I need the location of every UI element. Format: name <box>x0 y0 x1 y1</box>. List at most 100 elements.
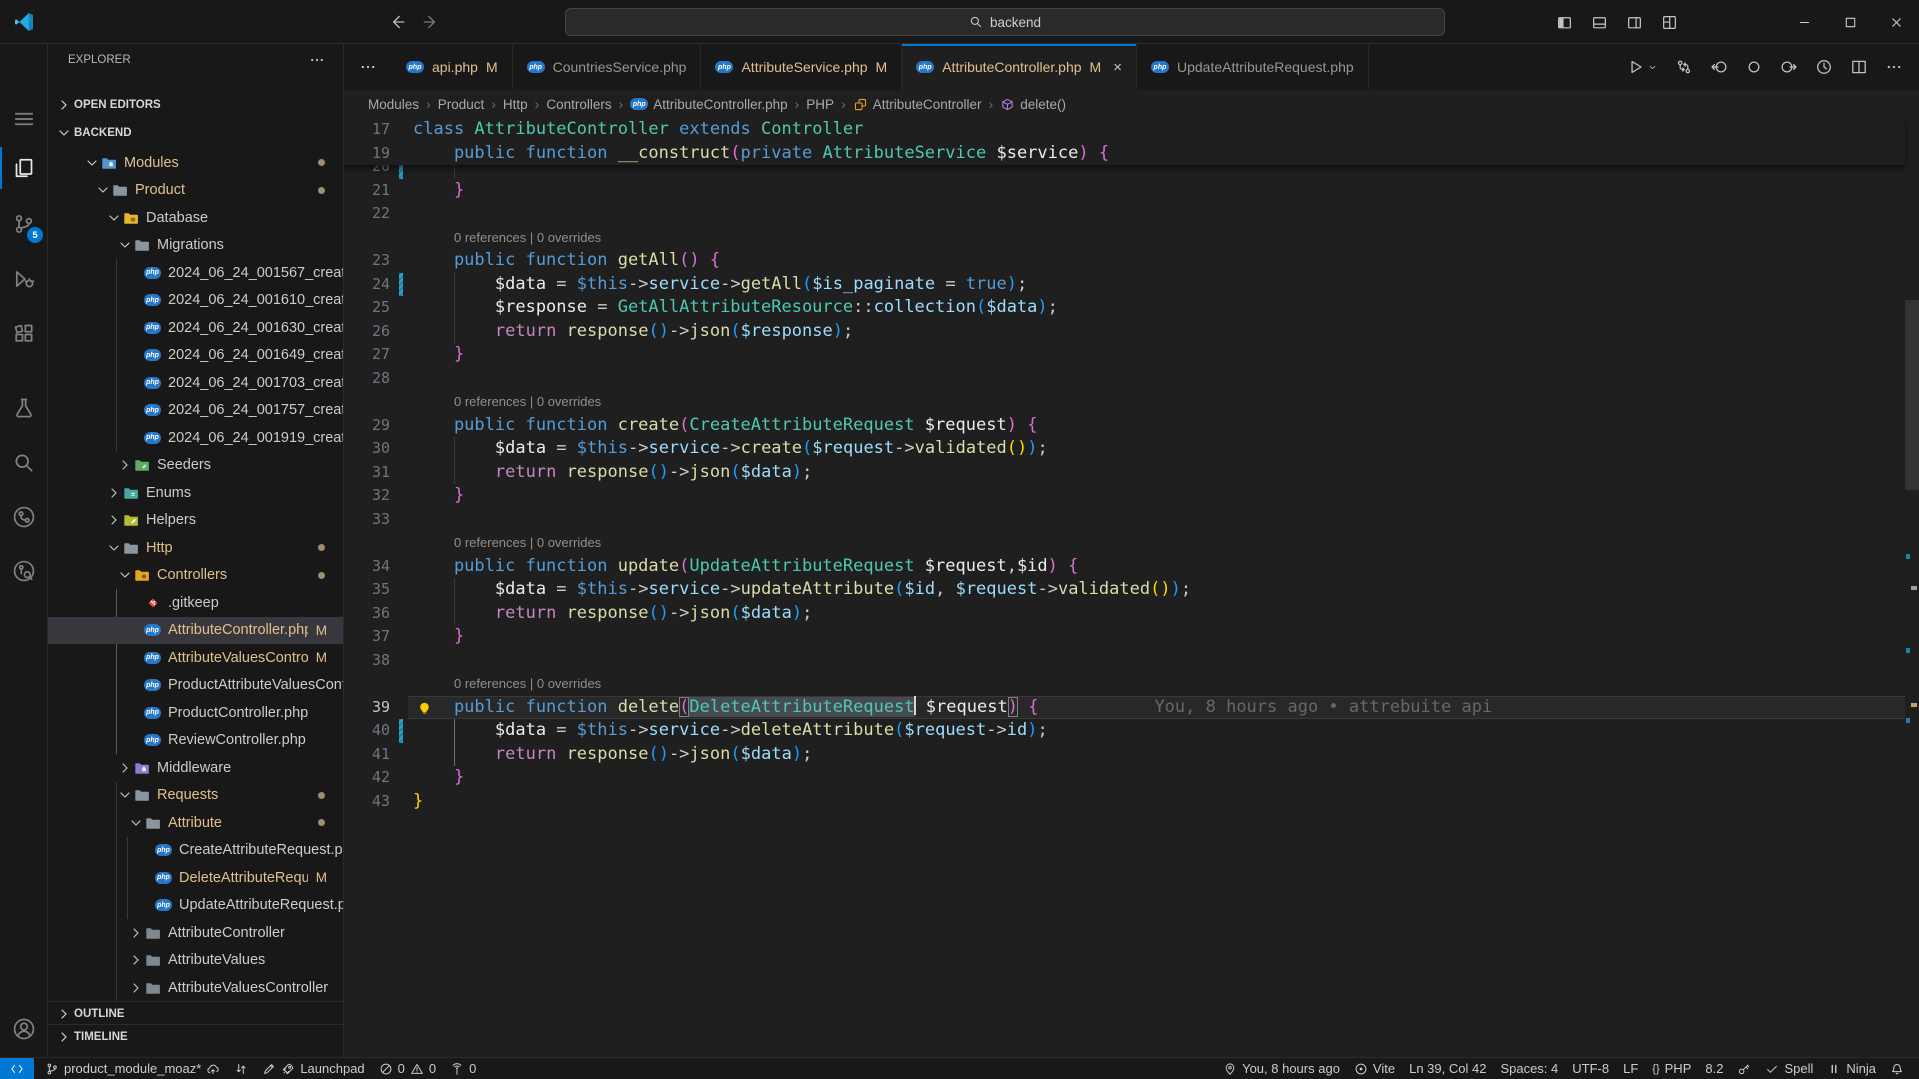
tree-item-helpers[interactable]: Helpers <box>48 507 343 535</box>
code-line-32[interactable]: 32 } <box>344 484 1905 508</box>
code-line-38[interactable]: 38 <box>344 649 1905 673</box>
code-line-30[interactable]: 30 $data = $this->service->create($reque… <box>344 437 1905 461</box>
code-line-19[interactable]: 19 public function __construct(private A… <box>344 142 1905 166</box>
tree-item-2024-06-24-001757-create-prod-[interactable]: php2024_06_24_001757_create_prod... <box>48 397 343 425</box>
tree-item-attribute[interactable]: Attribute <box>48 809 343 837</box>
code-line-42[interactable]: 42 } <box>344 766 1905 790</box>
code-line-34[interactable]: 34 public function update(UpdateAttribut… <box>344 555 1905 579</box>
line-number[interactable]: 40 <box>344 719 413 743</box>
tree-item-updateattributerequest-php[interactable]: phpUpdateAttributeRequest.php <box>48 892 343 920</box>
section-open-editors[interactable]: OPEN EDITORS <box>48 92 343 117</box>
close-tab-icon[interactable]: × <box>1113 59 1122 76</box>
close-button[interactable] <box>1873 0 1919 44</box>
tab-countriesservice-php[interactable]: phpCountriesService.php <box>513 44 702 90</box>
tree-item-product[interactable]: Product <box>48 177 343 205</box>
tree-item-2024-06-24-001630-create-attri-[interactable]: php2024_06_24_001630_create_attri... <box>48 314 343 342</box>
tree-item-attributecontroller[interactable]: AttributeController <box>48 919 343 947</box>
tree-item-controllers[interactable]: Controllers <box>48 562 343 590</box>
status-branch-sync[interactable] <box>227 1058 255 1079</box>
tab-attributeservice-php[interactable]: phpAttributeService.phpM <box>701 44 902 90</box>
tree-item-2024-06-24-001919-create-revie-[interactable]: php2024_06_24_001919_create_revie... <box>48 424 343 452</box>
chevron-down-icon[interactable] <box>95 182 111 198</box>
section-backend[interactable]: BACKEND <box>48 120 343 145</box>
status-blame[interactable]: You, 8 hours ago <box>1216 1058 1347 1079</box>
code-line-28[interactable]: 28 <box>344 367 1905 391</box>
tab-api-php[interactable]: phpapi.phpM <box>392 44 513 90</box>
breadcrumb-php[interactable]: PHP <box>806 97 834 112</box>
tree-item-requests[interactable]: Requests <box>48 782 343 810</box>
line-number[interactable]: 21 <box>344 179 413 203</box>
code-line-36[interactable]: 36 return response()->json($data); <box>344 602 1905 626</box>
chevron-right-icon[interactable] <box>117 760 133 776</box>
tree-item-reviewcontroller-php[interactable]: phpReviewController.php <box>48 727 343 755</box>
line-number[interactable]: 36 <box>344 602 413 626</box>
line-number[interactable]: 29 <box>344 414 413 438</box>
chevron-right-icon[interactable] <box>128 952 144 968</box>
status-eol[interactable]: LF <box>1616 1058 1645 1079</box>
split-editor-icon[interactable] <box>1850 58 1868 76</box>
command-center-search[interactable]: backend <box>565 8 1445 36</box>
chevron-down-icon[interactable] <box>106 210 122 226</box>
previous-change-icon[interactable] <box>1710 58 1728 76</box>
status-vite[interactable]: Vite <box>1347 1058 1402 1079</box>
line-number[interactable]: 19 <box>344 142 413 166</box>
chevron-right-icon[interactable] <box>128 925 144 941</box>
breadcrumb-product[interactable]: Product <box>438 97 485 112</box>
tab-overflow-icon[interactable] <box>344 44 392 90</box>
maximize-button[interactable] <box>1827 0 1873 44</box>
code-line-24[interactable]: 24 $data = $this->service->getAll($is_pa… <box>344 273 1905 297</box>
git-compare-icon[interactable] <box>1675 58 1693 76</box>
status-ninja[interactable]: Ninja <box>1820 1058 1883 1079</box>
lightbulb-icon[interactable] <box>417 700 432 715</box>
chevron-down-icon[interactable] <box>117 567 133 583</box>
next-change-icon[interactable] <box>1780 58 1798 76</box>
code-line-33[interactable]: 33 <box>344 508 1905 532</box>
line-number[interactable]: 22 <box>344 202 413 226</box>
toggle-panel-left-icon[interactable] <box>1556 14 1573 31</box>
forward-icon[interactable] <box>422 13 440 31</box>
tree-item-seeders[interactable]: Seeders <box>48 452 343 480</box>
tree-item-attributevalues[interactable]: AttributeValues <box>48 947 343 975</box>
status-notifications[interactable] <box>1883 1058 1911 1079</box>
activity-extensions-icon[interactable] <box>0 317 48 351</box>
tab-updateattributerequest-php[interactable]: phpUpdateAttributeRequest.php <box>1137 44 1369 90</box>
status-problems[interactable]: 00 <box>372 1058 443 1079</box>
tree-item-attributevaluescontroller[interactable]: AttributeValuesController <box>48 974 343 1002</box>
tree-item-deleteattributerequest-php[interactable]: phpDeleteAttributeRequest.phpM <box>48 864 343 892</box>
code-line-37[interactable]: 37 } <box>344 625 1905 649</box>
line-number[interactable]: 25 <box>344 296 413 320</box>
tree-item-2024-06-24-001610-create-prod-[interactable]: php2024_06_24_001610_create_prod... <box>48 287 343 315</box>
back-icon[interactable] <box>388 13 406 31</box>
toggle-panel-bottom-icon[interactable] <box>1591 14 1608 31</box>
code-line-22[interactable]: 22 <box>344 202 1905 226</box>
tree-item-enums[interactable]: Enums <box>48 479 343 507</box>
tree-item-createattributerequest-php[interactable]: phpCreateAttributeRequest.php <box>48 837 343 865</box>
section-outline[interactable]: OUTLINE <box>48 1001 343 1026</box>
explorer-more-actions-icon[interactable] <box>309 52 325 68</box>
breadcrumb-controllers[interactable]: Controllers <box>546 97 611 112</box>
line-number[interactable]: 17 <box>344 118 413 142</box>
codelens[interactable]: 0 references | 0 overrides <box>344 672 1905 696</box>
code-line-21[interactable]: 21 } <box>344 179 1905 203</box>
tab-attributecontroller-php[interactable]: phpAttributeController.phpM× <box>902 44 1137 90</box>
editor-scrollbar[interactable] <box>1905 118 1919 1057</box>
line-number[interactable]: 28 <box>344 367 413 391</box>
code-line-40[interactable]: 40 $data = $this->service->deleteAttribu… <box>344 719 1905 743</box>
tree-item-productcontroller-php[interactable]: phpProductController.php <box>48 699 343 727</box>
line-number[interactable]: 31 <box>344 461 413 485</box>
line-number[interactable]: 32 <box>344 484 413 508</box>
line-number[interactable]: 35 <box>344 578 413 602</box>
tree-item-http[interactable]: Http <box>48 534 343 562</box>
code-line-29[interactable]: 29 public function create(CreateAttribut… <box>344 414 1905 438</box>
status-indentation[interactable]: Spaces: 4 <box>1493 1058 1565 1079</box>
tree-item-database[interactable]: Database <box>48 204 343 232</box>
code-line-31[interactable]: 31 return response()->json($data); <box>344 461 1905 485</box>
chevron-down-icon[interactable] <box>128 815 144 831</box>
chevron-down-icon[interactable] <box>106 540 122 556</box>
breadcrumb-attributecontroller[interactable]: AttributeController <box>853 97 982 112</box>
line-number[interactable]: 38 <box>344 649 413 673</box>
breadcrumb-modules[interactable]: Modules <box>368 97 419 112</box>
line-number[interactable]: 42 <box>344 766 413 790</box>
status-language-mode[interactable]: {}PHP <box>1645 1058 1698 1079</box>
more-actions-icon[interactable] <box>1885 58 1903 76</box>
